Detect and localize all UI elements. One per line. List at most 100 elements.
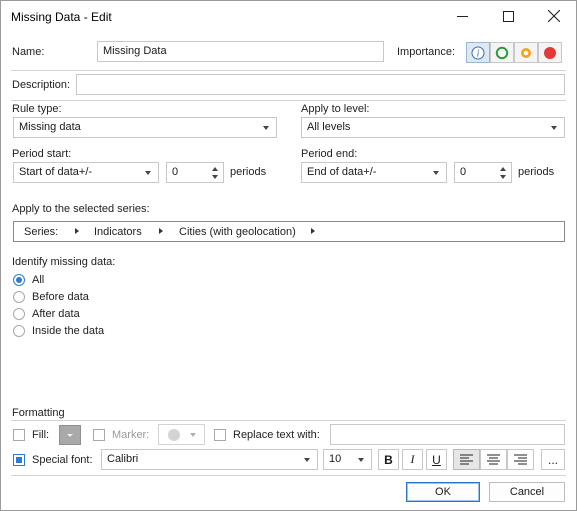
dialog-window: Missing Data - Edit Name: Missing Data I…	[0, 0, 577, 511]
chevron-down-icon	[67, 434, 73, 437]
breadcrumb-arrow-icon[interactable]	[75, 228, 79, 234]
replace-text-label: Replace text with:	[233, 429, 320, 441]
special-font-checkbox[interactable]	[13, 454, 25, 466]
series-selector[interactable]: Series: Indicators Cities (with geolocat…	[13, 221, 565, 242]
period-start-spinner[interactable]: 0	[166, 162, 224, 183]
ok-button[interactable]: OK	[406, 482, 480, 502]
importance-medium-button[interactable]	[514, 42, 538, 63]
align-right-icon	[514, 454, 527, 465]
align-left-button[interactable]	[453, 449, 480, 470]
font-family-dropdown[interactable]: Calibri	[101, 449, 318, 470]
font-family-value: Calibri	[107, 453, 139, 465]
radio-all-label[interactable]: All	[32, 274, 44, 286]
radio-inside-data[interactable]	[13, 325, 25, 337]
window-title: Missing Data - Edit	[11, 10, 112, 24]
minimize-icon	[456, 15, 468, 17]
red-circle-icon	[544, 46, 556, 59]
radio-before-data[interactable]	[13, 291, 25, 303]
align-center-icon	[487, 454, 500, 465]
rule-type-value: Missing data	[19, 121, 81, 133]
align-left-icon	[460, 454, 473, 465]
spin-up-icon[interactable]	[212, 167, 218, 171]
chevron-down-icon	[190, 433, 196, 437]
close-button[interactable]	[531, 1, 577, 31]
radio-before-data-label[interactable]: Before data	[32, 291, 89, 303]
spin-down-icon[interactable]	[500, 175, 506, 179]
importance-low-button[interactable]	[490, 42, 514, 63]
cancel-button[interactable]: Cancel	[489, 482, 565, 502]
breadcrumb-arrow-icon[interactable]	[159, 228, 163, 234]
maximize-icon	[502, 10, 514, 22]
period-end-spinner[interactable]: 0	[454, 162, 512, 183]
special-font-label: Special font:	[32, 454, 93, 466]
period-start-dropdown[interactable]: Start of data+/-	[13, 162, 159, 183]
font-size-dropdown[interactable]: 10	[323, 449, 372, 470]
fill-label: Fill:	[32, 429, 50, 441]
fill-checkbox[interactable]	[13, 429, 25, 441]
fill-color-picker[interactable]	[59, 425, 81, 445]
name-input[interactable]: Missing Data	[97, 41, 384, 62]
rule-type-label: Rule type:	[12, 103, 62, 115]
rule-type-dropdown[interactable]: Missing data	[13, 117, 277, 138]
align-right-button[interactable]	[507, 449, 534, 470]
description-input[interactable]	[76, 74, 565, 95]
green-circle-icon	[495, 46, 509, 59]
apply-level-dropdown[interactable]: All levels	[301, 117, 565, 138]
chevron-down-icon	[145, 171, 151, 175]
formatting-heading: Formatting	[12, 407, 65, 419]
minimize-button[interactable]	[439, 1, 485, 31]
orange-circle-icon	[521, 47, 531, 58]
replace-text-checkbox[interactable]	[214, 429, 226, 441]
chevron-down-icon	[304, 458, 310, 462]
chevron-down-icon	[551, 126, 557, 130]
align-center-button[interactable]	[480, 449, 507, 470]
bold-button[interactable]: B	[378, 449, 399, 470]
importance-high-button[interactable]	[538, 42, 562, 63]
chevron-down-icon	[263, 126, 269, 130]
separator	[11, 475, 566, 476]
svg-text:i: i	[477, 48, 480, 59]
info-icon: i	[471, 46, 485, 59]
maximize-button[interactable]	[485, 1, 531, 31]
period-end-unit: periods	[518, 166, 555, 178]
radio-after-data-label[interactable]: After data	[32, 308, 80, 320]
period-start-value: Start of data+/-	[19, 166, 93, 178]
breadcrumb-indicators[interactable]: Indicators	[94, 226, 142, 238]
chevron-down-icon	[358, 458, 364, 462]
marker-label: Marker:	[112, 429, 150, 441]
italic-button[interactable]: I	[402, 449, 423, 470]
spin-up-icon[interactable]	[500, 167, 506, 171]
chevron-down-icon	[433, 171, 439, 175]
font-size-value: 10	[329, 453, 342, 465]
apply-level-value: All levels	[307, 121, 351, 133]
radio-all[interactable]	[13, 274, 25, 286]
identify-label: Identify missing data:	[12, 256, 116, 268]
period-start-unit: periods	[230, 166, 267, 178]
period-start-count: 0	[172, 166, 179, 178]
underline-button[interactable]: U	[426, 449, 447, 470]
period-start-label: Period start:	[12, 148, 72, 160]
period-end-value: End of data+/-	[307, 166, 377, 178]
importance-info-button[interactable]: i	[466, 42, 490, 63]
period-end-dropdown[interactable]: End of data+/-	[301, 162, 447, 183]
period-end-label: Period end:	[301, 148, 358, 160]
name-label: Name:	[12, 46, 45, 58]
marker-picker[interactable]	[158, 424, 205, 445]
series-label: Apply to the selected series:	[12, 203, 150, 215]
replace-text-input[interactable]	[330, 424, 565, 445]
radio-inside-data-label[interactable]: Inside the data	[32, 325, 104, 337]
marker-checkbox[interactable]	[93, 429, 105, 441]
radio-after-data[interactable]	[13, 308, 25, 320]
period-end-count: 0	[460, 166, 467, 178]
breadcrumb-cities[interactable]: Cities (with geolocation)	[179, 226, 296, 238]
marker-circle-icon	[168, 429, 180, 441]
importance-label: Importance:	[397, 46, 456, 58]
more-options-button[interactable]: ...	[541, 449, 565, 470]
separator	[11, 100, 566, 101]
apply-level-label: Apply to level:	[301, 103, 370, 115]
spin-down-icon[interactable]	[212, 175, 218, 179]
breadcrumb-series[interactable]: Series:	[24, 226, 58, 238]
separator	[11, 420, 566, 421]
description-label: Description:	[12, 79, 71, 91]
breadcrumb-arrow-icon[interactable]	[311, 228, 315, 234]
